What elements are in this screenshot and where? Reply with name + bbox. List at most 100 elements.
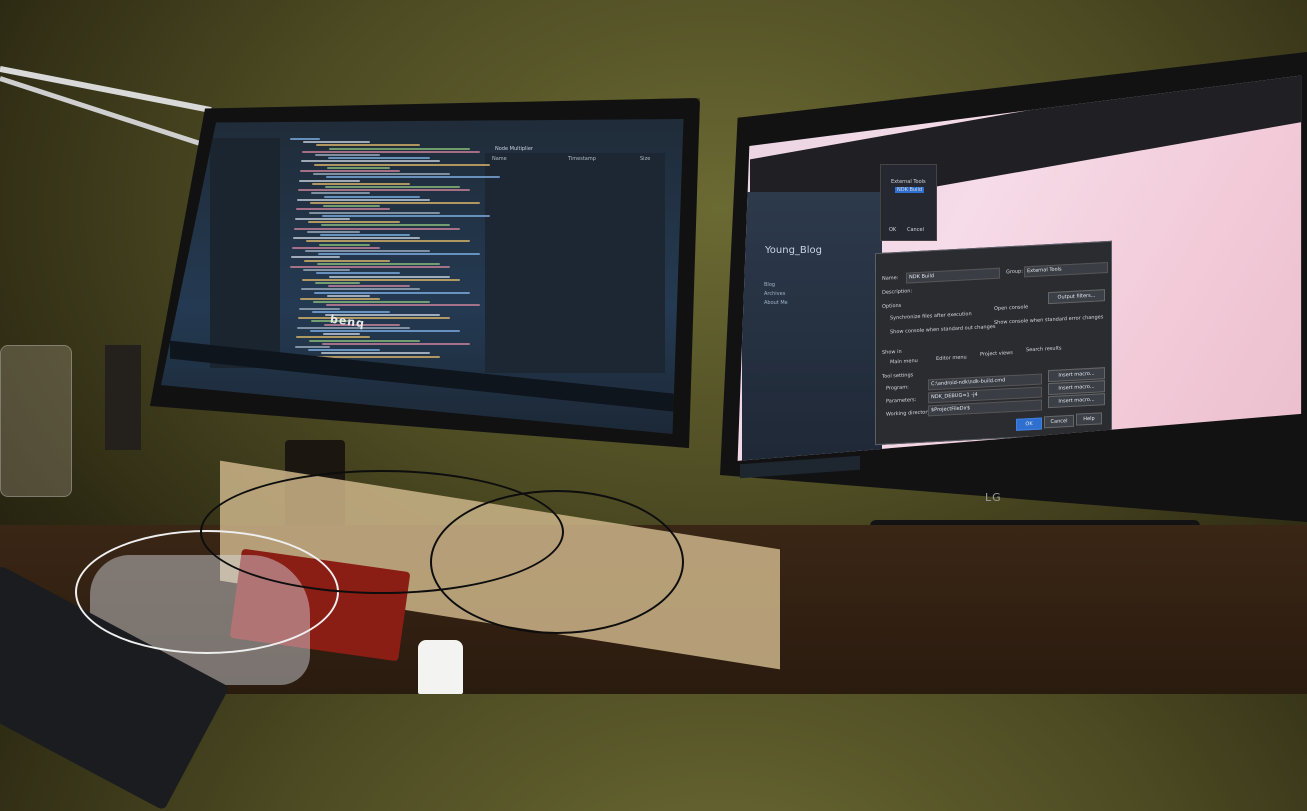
code-line	[295, 218, 350, 220]
popup-item-ndk-build: NDK Build	[895, 187, 925, 193]
name-field: NDK Build	[906, 267, 1000, 284]
tool-settings-label: Tool settings	[882, 372, 914, 380]
code-line	[327, 294, 370, 297]
program-label: Program:	[886, 384, 909, 392]
show-in-label: Show in	[882, 348, 902, 356]
popup-ok: OK	[889, 227, 897, 233]
code-line	[292, 246, 380, 249]
left-monitor: Node Multiplier Name Timestamp Size	[150, 98, 700, 448]
code-line	[308, 221, 400, 224]
code-line	[297, 198, 430, 201]
code-line	[322, 342, 470, 345]
cancel-button: Cancel	[1044, 414, 1074, 429]
editor-menu-checkbox: Editor menu	[936, 354, 967, 363]
code-line	[317, 262, 440, 265]
blog-link-about: About Me	[764, 300, 788, 306]
code-line	[294, 227, 460, 230]
right-monitor-brand: LG	[985, 491, 1002, 504]
code-line	[298, 189, 470, 192]
group-label: Group:	[1006, 268, 1023, 276]
ide-col-name: Name	[492, 156, 507, 162]
code-line	[320, 234, 410, 236]
main-menu-checkbox: Main menu	[890, 357, 918, 366]
code-line	[307, 230, 360, 233]
code-line	[327, 166, 390, 169]
code-line	[304, 259, 390, 262]
code-line	[296, 208, 390, 211]
code-line	[291, 256, 340, 259]
search-results-checkbox: Search results	[1026, 345, 1062, 354]
group-field: External Tools	[1024, 261, 1108, 278]
popup-item-external-tools: External Tools	[891, 179, 926, 185]
code-line	[308, 349, 380, 352]
code-line	[299, 307, 340, 310]
code-line	[325, 186, 460, 188]
blog-link-archives: Archives	[764, 291, 786, 297]
code-line	[290, 138, 320, 140]
monitor-arm-clamp	[105, 345, 141, 450]
ide-panel-title: Node Multiplier	[495, 146, 533, 152]
stdout-checkbox: Show console when standard out changes	[890, 323, 996, 336]
code-line	[316, 144, 420, 147]
code-line	[329, 147, 470, 150]
code-line	[290, 266, 450, 268]
code-line	[312, 182, 410, 185]
french-press-jar	[0, 345, 72, 497]
code-line	[318, 253, 480, 256]
code-line	[298, 317, 450, 320]
ide-project-tree	[210, 138, 280, 368]
external-tools-popup: External Tools NDK Build OK Cancel	[880, 164, 937, 241]
code-line	[305, 250, 430, 252]
code-line	[301, 288, 420, 291]
code-line	[315, 154, 380, 156]
code-line	[296, 336, 370, 339]
code-line	[314, 163, 490, 166]
stderr-checkbox: Show console when standard error changes	[994, 314, 1104, 326]
sync-files-checkbox: Synchronize files after execution	[890, 311, 972, 322]
code-line	[323, 205, 380, 208]
code-line	[309, 211, 440, 214]
code-line	[313, 173, 450, 176]
blog-link-blog: Blog	[764, 282, 776, 288]
code-line	[312, 310, 390, 313]
code-line	[315, 282, 360, 284]
description-label: Description:	[882, 288, 913, 296]
code-line	[310, 330, 460, 332]
output-filters-button: Output filters...	[1048, 289, 1105, 305]
open-console-checkbox: Open console	[994, 304, 1029, 312]
edit-tool-dialog: Name: NDK Build Group: External Tools De…	[875, 240, 1112, 446]
code-line	[302, 278, 460, 281]
code-line	[295, 346, 330, 348]
working-dir-label: Working directory:	[886, 409, 932, 418]
code-line	[328, 285, 410, 288]
code-line	[321, 224, 450, 227]
ide-col-size: Size	[640, 156, 651, 162]
parameters-label: Parameters:	[886, 397, 917, 405]
name-label: Name:	[882, 274, 899, 282]
right-monitor: Young_Blog Blog Archives About Me Extern…	[720, 52, 1307, 522]
code-line	[302, 150, 480, 153]
code-line	[316, 272, 400, 275]
project-views-checkbox: Project views	[980, 349, 1013, 358]
code-line	[326, 176, 500, 179]
code-line	[300, 298, 380, 300]
code-line	[306, 240, 470, 243]
code-line	[329, 275, 450, 278]
code-line	[293, 237, 420, 240]
code-line	[321, 352, 430, 355]
code-line	[328, 157, 430, 160]
code-line	[303, 269, 350, 272]
code-line	[299, 179, 360, 182]
code-line	[323, 333, 360, 336]
code-line	[326, 304, 480, 307]
code-line	[314, 291, 470, 294]
black-cable-2	[430, 490, 684, 634]
ok-button: OK	[1016, 417, 1042, 431]
code-line	[313, 301, 430, 304]
popup-cancel: Cancel	[907, 227, 924, 233]
options-label: Options	[882, 302, 902, 310]
code-line	[309, 339, 420, 342]
code-line	[301, 160, 440, 163]
code-line	[310, 202, 480, 204]
insert-macro-button-3: Insert macro...	[1048, 393, 1105, 409]
